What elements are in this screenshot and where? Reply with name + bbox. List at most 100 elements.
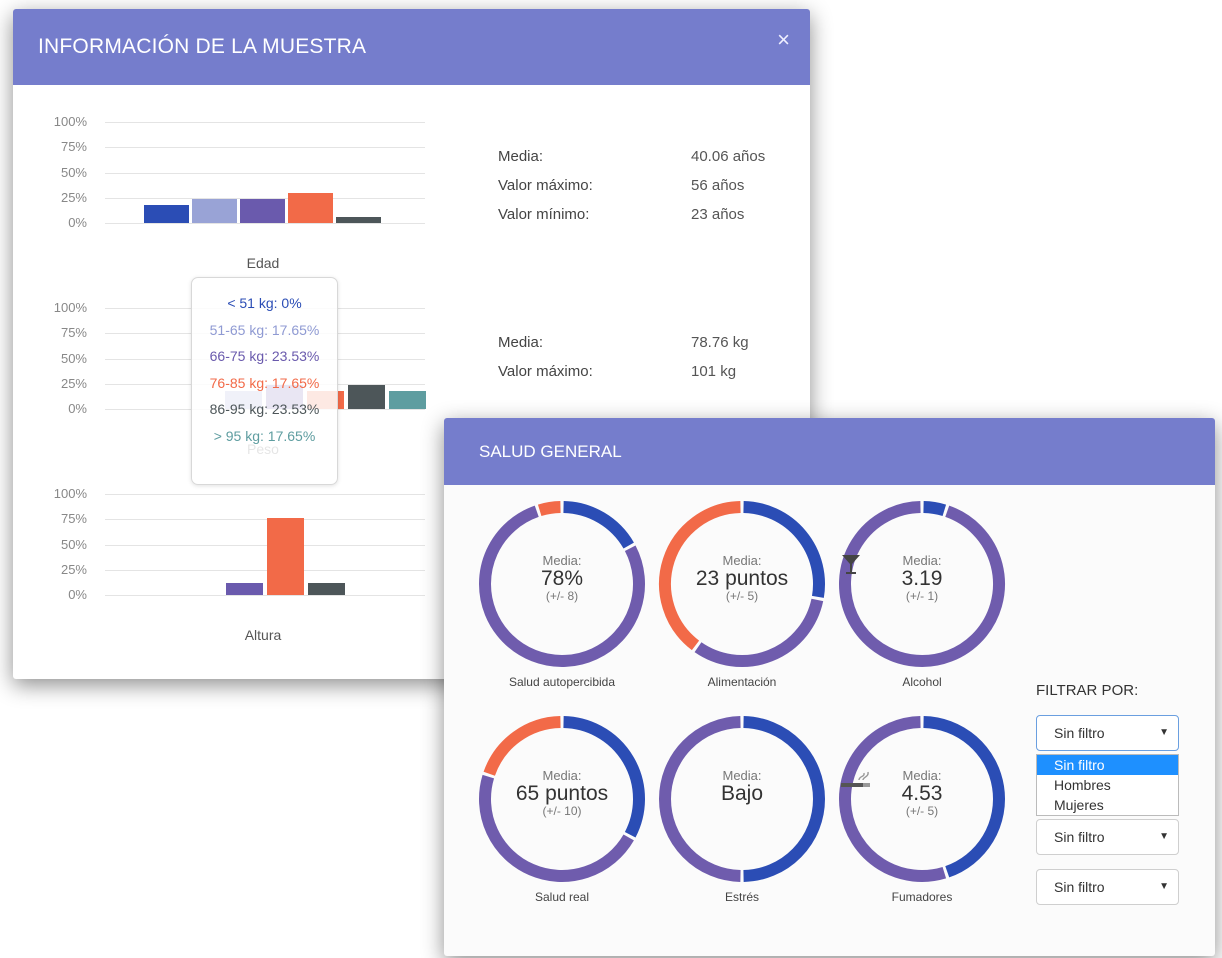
gridline bbox=[105, 595, 425, 596]
donut-estrés[interactable]: Media: Bajo Estrés bbox=[657, 714, 827, 910]
x-axis-label: Altura bbox=[244, 627, 282, 643]
filter-dropdown: Sin filtro Hombres Mujeres bbox=[1036, 754, 1179, 816]
donut-media-label: Media: bbox=[542, 553, 582, 568]
stat-value: 23 años bbox=[691, 206, 745, 223]
caret-down-icon: ▼ bbox=[1159, 881, 1169, 892]
stat-value: 40.06 años bbox=[691, 148, 766, 165]
donut-value: 23 puntos bbox=[695, 567, 789, 590]
donut-value: Bajo bbox=[720, 782, 764, 805]
donut-center: Media: 23 puntos (+/- 5) bbox=[657, 553, 827, 603]
donut-value: 3.19 bbox=[837, 555, 1007, 589]
tooltip-padding bbox=[192, 278, 337, 290]
stat-label: Valor máximo: bbox=[498, 363, 593, 380]
dropdown-option-mujeres[interactable]: Mujeres bbox=[1037, 795, 1178, 815]
donut-center: Media: 4.53 (+/- 5) bbox=[837, 768, 1007, 818]
donut-media-label: Media: bbox=[542, 768, 582, 783]
gridline bbox=[105, 519, 425, 520]
sample-info-header: INFORMACIÓN DE LA MUESTRA bbox=[13, 9, 810, 85]
gridline bbox=[105, 545, 425, 546]
y-tick-label: 25% bbox=[60, 376, 87, 391]
y-tick-label: 0% bbox=[68, 587, 87, 602]
stat-label: Media: bbox=[498, 148, 544, 165]
bar[interactable] bbox=[348, 385, 385, 409]
filter-select-value: Sin filtro bbox=[1054, 829, 1105, 845]
gridline bbox=[105, 494, 425, 495]
y-tick-label: 75% bbox=[60, 139, 87, 154]
y-tick-label: 75% bbox=[60, 325, 87, 340]
filter-title: FILTRAR POR: bbox=[1036, 682, 1139, 699]
donut-center: Media: 65 puntos (+/- 10) bbox=[477, 768, 647, 818]
gridline bbox=[105, 147, 425, 148]
filter-select-value: Sin filtro bbox=[1054, 725, 1105, 741]
donut-label: Alcohol bbox=[902, 675, 942, 689]
donut-range: (+/- 10) bbox=[542, 804, 582, 818]
bar[interactable] bbox=[308, 582, 345, 595]
filter-select-3[interactable]: Sin filtro ▼ bbox=[1036, 869, 1179, 905]
stat-label: Media: bbox=[498, 334, 544, 351]
donut-segment[interactable] bbox=[923, 501, 947, 517]
x-axis-label: Edad bbox=[246, 255, 280, 271]
age-stat-mean: Media: 40.06 años bbox=[498, 148, 798, 177]
age-bar-chart: 100% 75% 50% 25% 0% Edad bbox=[13, 114, 453, 272]
general-health-header: SALUD GENERAL bbox=[444, 418, 1215, 485]
stat-label: Valor máximo: bbox=[498, 177, 593, 194]
donut-value: 78% bbox=[540, 567, 584, 590]
weight-stat-mean: Media: 78.76 kg bbox=[498, 334, 798, 363]
donut-segment[interactable] bbox=[537, 501, 561, 517]
filter-select-1[interactable]: Sin filtro ▼ bbox=[1036, 715, 1179, 751]
sample-info-title: INFORMACIÓN DE LA MUESTRA bbox=[38, 35, 367, 58]
tooltip-row: > 95 kg: 17.65% bbox=[213, 427, 316, 444]
weight-stat-max: Valor máximo: 101 kg bbox=[498, 363, 798, 392]
age-stat-min: Valor mínimo: 23 años bbox=[498, 206, 798, 235]
donut-range: (+/- 8) bbox=[545, 589, 579, 603]
bar[interactable] bbox=[336, 216, 381, 223]
bar[interactable] bbox=[267, 518, 304, 595]
weight-tooltip: < 51 kg: 0% 51-65 kg: 17.65% 66-75 kg: 23.… bbox=[191, 277, 338, 485]
y-tick-label: 25% bbox=[60, 190, 87, 205]
height-bar-chart: 100% 75% 50% 25% 0% Altura bbox=[13, 486, 453, 644]
y-tick-label: 100% bbox=[53, 114, 87, 129]
dropdown-option-sin-filtro[interactable]: Sin filtro bbox=[1037, 755, 1178, 775]
bar[interactable] bbox=[192, 198, 237, 223]
y-tick-label: 0% bbox=[68, 401, 87, 416]
stat-value: 101 kg bbox=[691, 363, 737, 380]
bar[interactable] bbox=[389, 391, 426, 409]
donut-fumadores[interactable]: Media: 4.53 (+/- 5) Fumadores bbox=[837, 714, 1007, 910]
donut-center: Media: 78% (+/- 8) bbox=[477, 553, 647, 603]
dropdown-option-hombres[interactable]: Hombres bbox=[1037, 775, 1178, 795]
stat-label: Valor mínimo: bbox=[498, 206, 590, 223]
tooltip-row: 76-85 kg: 17.65% bbox=[209, 374, 320, 391]
donut-range: (+/- 1) bbox=[905, 589, 939, 603]
bar[interactable] bbox=[288, 192, 333, 223]
stat-value: 56 años bbox=[691, 177, 745, 194]
general-health-title: SALUD GENERAL bbox=[479, 441, 622, 461]
close-icon[interactable]: × bbox=[777, 27, 790, 53]
caret-down-icon: ▼ bbox=[1159, 727, 1169, 738]
donut-alcohol[interactable]: Media: 3.19 (+/- 1) Alcohol bbox=[837, 499, 1007, 695]
donut-center: Media: Bajo bbox=[657, 768, 827, 804]
bar[interactable] bbox=[226, 582, 263, 595]
donut-value: 65 puntos bbox=[515, 782, 609, 805]
donut-label: Estrés bbox=[724, 890, 759, 904]
donut-salud-autopercibida[interactable]: Media: 78% (+/- 8) Salud autopercibida bbox=[477, 499, 647, 695]
filter-select-2[interactable]: Sin filtro ▼ bbox=[1036, 819, 1179, 855]
tooltip-row: 51-65 kg: 17.65% bbox=[209, 321, 320, 338]
gridline bbox=[105, 173, 425, 174]
donut-alimentación[interactable]: Media: 23 puntos (+/- 5) Alimentación bbox=[657, 499, 827, 695]
y-tick-label: 25% bbox=[60, 562, 87, 577]
tooltip-row: 86-95 kg: 23.53% bbox=[209, 401, 320, 417]
donut-segment[interactable] bbox=[563, 501, 634, 549]
donut-media-label: Media: bbox=[902, 553, 942, 568]
donut-segment[interactable] bbox=[694, 598, 824, 667]
stat-value: 78.76 kg bbox=[691, 334, 749, 351]
y-tick-label: 75% bbox=[60, 511, 87, 526]
donut-salud-real[interactable]: Media: 65 puntos (+/- 10) Salud real bbox=[477, 714, 647, 910]
y-tick-label: 50% bbox=[60, 351, 87, 366]
donut-segment[interactable] bbox=[483, 716, 561, 776]
y-tick-label: 50% bbox=[60, 165, 87, 180]
donut-range: (+/- 5) bbox=[905, 804, 939, 818]
gridline bbox=[105, 122, 425, 123]
bar[interactable] bbox=[144, 204, 189, 223]
weight-stats: Media: 78.76 kg Valor máximo: 101 kg bbox=[498, 334, 798, 392]
bar[interactable] bbox=[240, 198, 285, 223]
